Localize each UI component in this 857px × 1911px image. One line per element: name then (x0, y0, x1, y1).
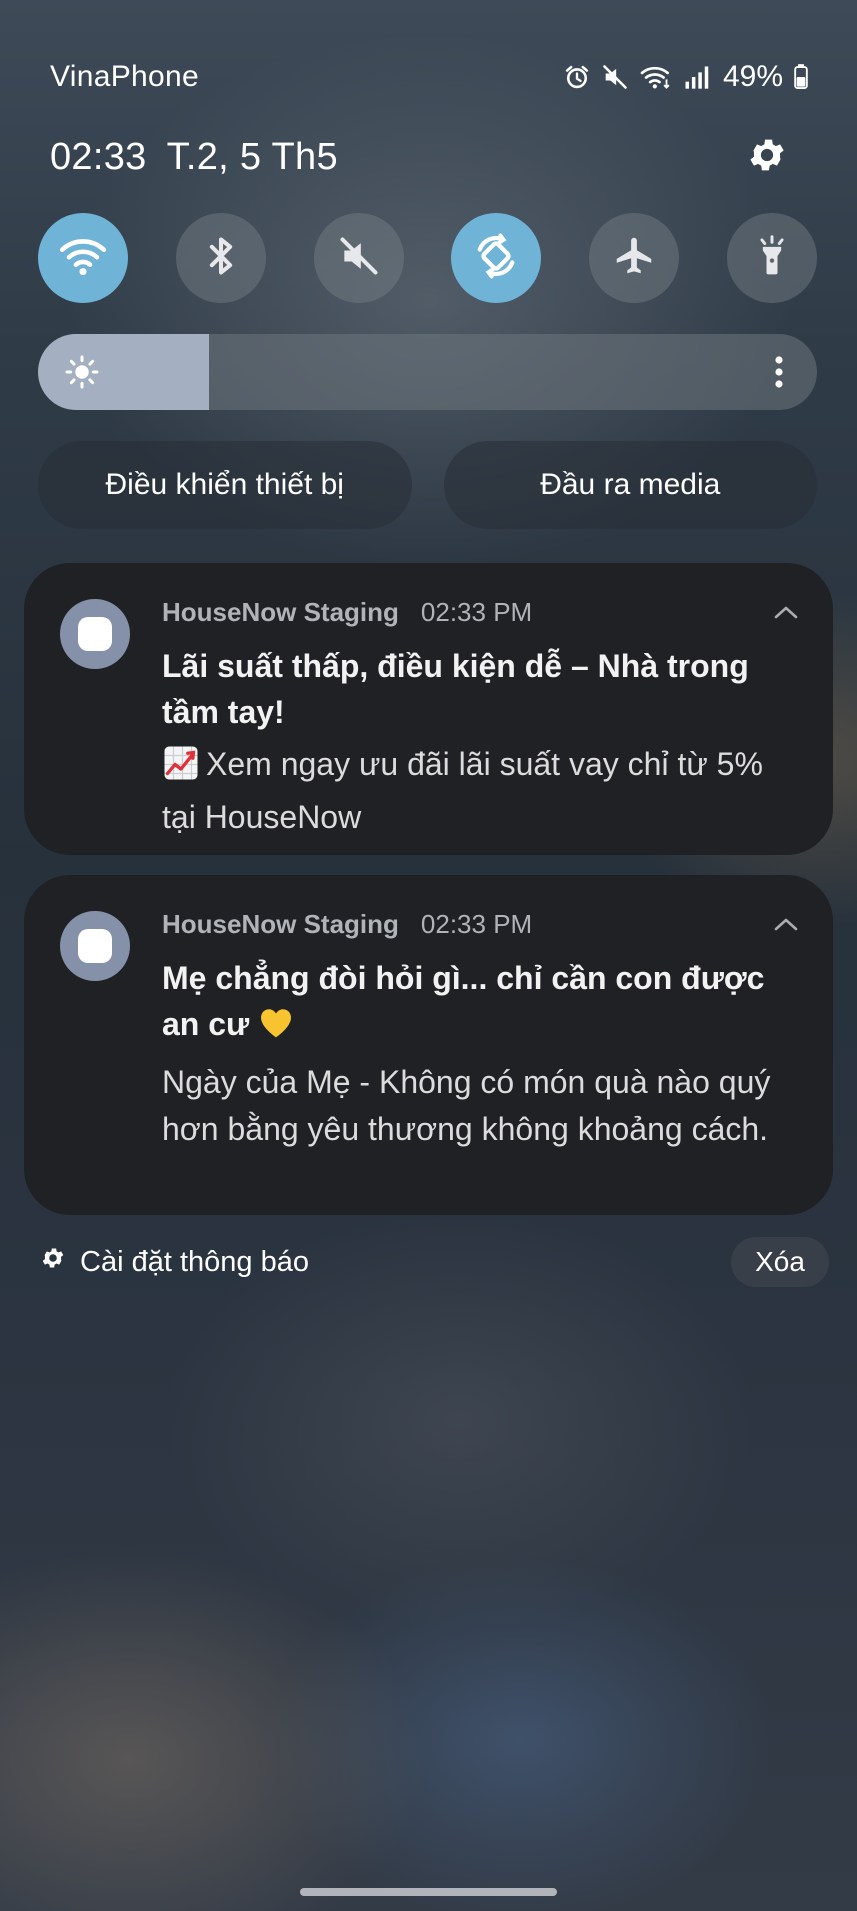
app-icon (60, 911, 130, 981)
yellow-heart-icon (257, 1005, 295, 1053)
toggle-airplane-mode[interactable] (589, 213, 680, 303)
clock-time: 02:33 (50, 135, 147, 178)
quick-toggles (38, 213, 817, 303)
status-icons: 49% (563, 60, 809, 94)
notification-time: 02:33 PM (420, 597, 533, 627)
flashlight-icon (750, 234, 794, 283)
toggle-auto-rotate[interactable] (451, 213, 542, 303)
device-control-button[interactable]: Điều khiển thiết bị (38, 441, 412, 529)
notification-time: 02:33 PM (420, 909, 533, 939)
gear-icon (746, 134, 788, 181)
notification-card[interactable]: HouseNow Staging 02:33 PM Mẹ chẳng đòi h… (24, 875, 833, 1215)
collapse-chevron-icon[interactable] (773, 915, 799, 938)
gear-icon (40, 1245, 66, 1279)
rotate-icon (470, 230, 522, 287)
mute-icon (337, 234, 381, 283)
notification-body: Mẹ chẳng đòi hỏi gì... chỉ cần con được … (162, 955, 783, 1153)
collapse-chevron-icon[interactable] (773, 603, 799, 626)
status-bar: VinaPhone 49% (50, 55, 809, 99)
notification-settings-label: Cài đặt thông báo (80, 1245, 309, 1278)
notification-card[interactable]: HouseNow Staging 02:33 PM Lãi suất thấp,… (24, 563, 833, 855)
wifi-icon (58, 231, 108, 286)
app-icon (60, 599, 130, 669)
notification-header: HouseNow Staging 02:33 PM (162, 909, 532, 940)
media-output-button[interactable]: Đầu ra media (443, 441, 817, 529)
notification-title: Lãi suất thấp, điều kiện dễ – Nhà trong … (162, 648, 749, 730)
toggle-wifi[interactable] (38, 213, 128, 303)
notification-text-wrap: Xem ngay ưu đãi lãi suất vay chỉ từ 5% t… (162, 741, 783, 841)
toggle-bluetooth[interactable] (175, 213, 266, 303)
app-name: HouseNow Staging (162, 909, 399, 939)
battery-icon (793, 63, 809, 91)
more-vertical-icon[interactable] (771, 354, 787, 395)
bluetooth-icon (199, 234, 243, 283)
mute-icon (601, 63, 629, 91)
toggle-sound[interactable] (313, 213, 404, 303)
notification-text: Xem ngay ưu đãi lãi suất vay chỉ từ 5% t… (162, 746, 763, 835)
date-row: 02:33 T.2, 5 Th5 (50, 135, 789, 179)
airplane-icon (611, 233, 657, 284)
notification-settings-button[interactable]: Cài đặt thông báo (40, 1245, 309, 1279)
notification-text: Ngày của Mẹ - Không có món quà nào quý h… (162, 1064, 771, 1147)
control-pills: Điều khiển thiết bị Đầu ra media (38, 441, 817, 529)
sun-icon (64, 354, 100, 395)
home-indicator[interactable] (300, 1888, 557, 1896)
settings-button[interactable] (745, 135, 789, 179)
app-name: HouseNow Staging (162, 597, 399, 627)
brightness-slider[interactable] (38, 334, 817, 410)
alarm-icon (563, 63, 591, 91)
clear-all-button[interactable]: Xóa (731, 1237, 829, 1287)
notification-title: Mẹ chẳng đòi hỏi gì... chỉ cần con được … (162, 960, 765, 1042)
wifi-icon (639, 63, 673, 91)
chart-increasing-icon (162, 745, 200, 794)
notification-footer: Cài đặt thông báo Xóa (40, 1237, 829, 1287)
battery-percent: 49% (722, 60, 783, 93)
toggle-flashlight[interactable] (726, 213, 817, 303)
carrier-name: VinaPhone (50, 60, 199, 93)
notification-header: HouseNow Staging 02:33 PM (162, 597, 532, 628)
notification-body: Lãi suất thấp, điều kiện dễ – Nhà trong … (162, 643, 783, 841)
date-time: 02:33 T.2, 5 Th5 (50, 136, 338, 179)
date-label: T.2, 5 Th5 (166, 135, 338, 178)
signal-icon (683, 63, 709, 91)
notification-title-wrap: Mẹ chẳng đòi hỏi gì... chỉ cần con được … (162, 955, 783, 1053)
